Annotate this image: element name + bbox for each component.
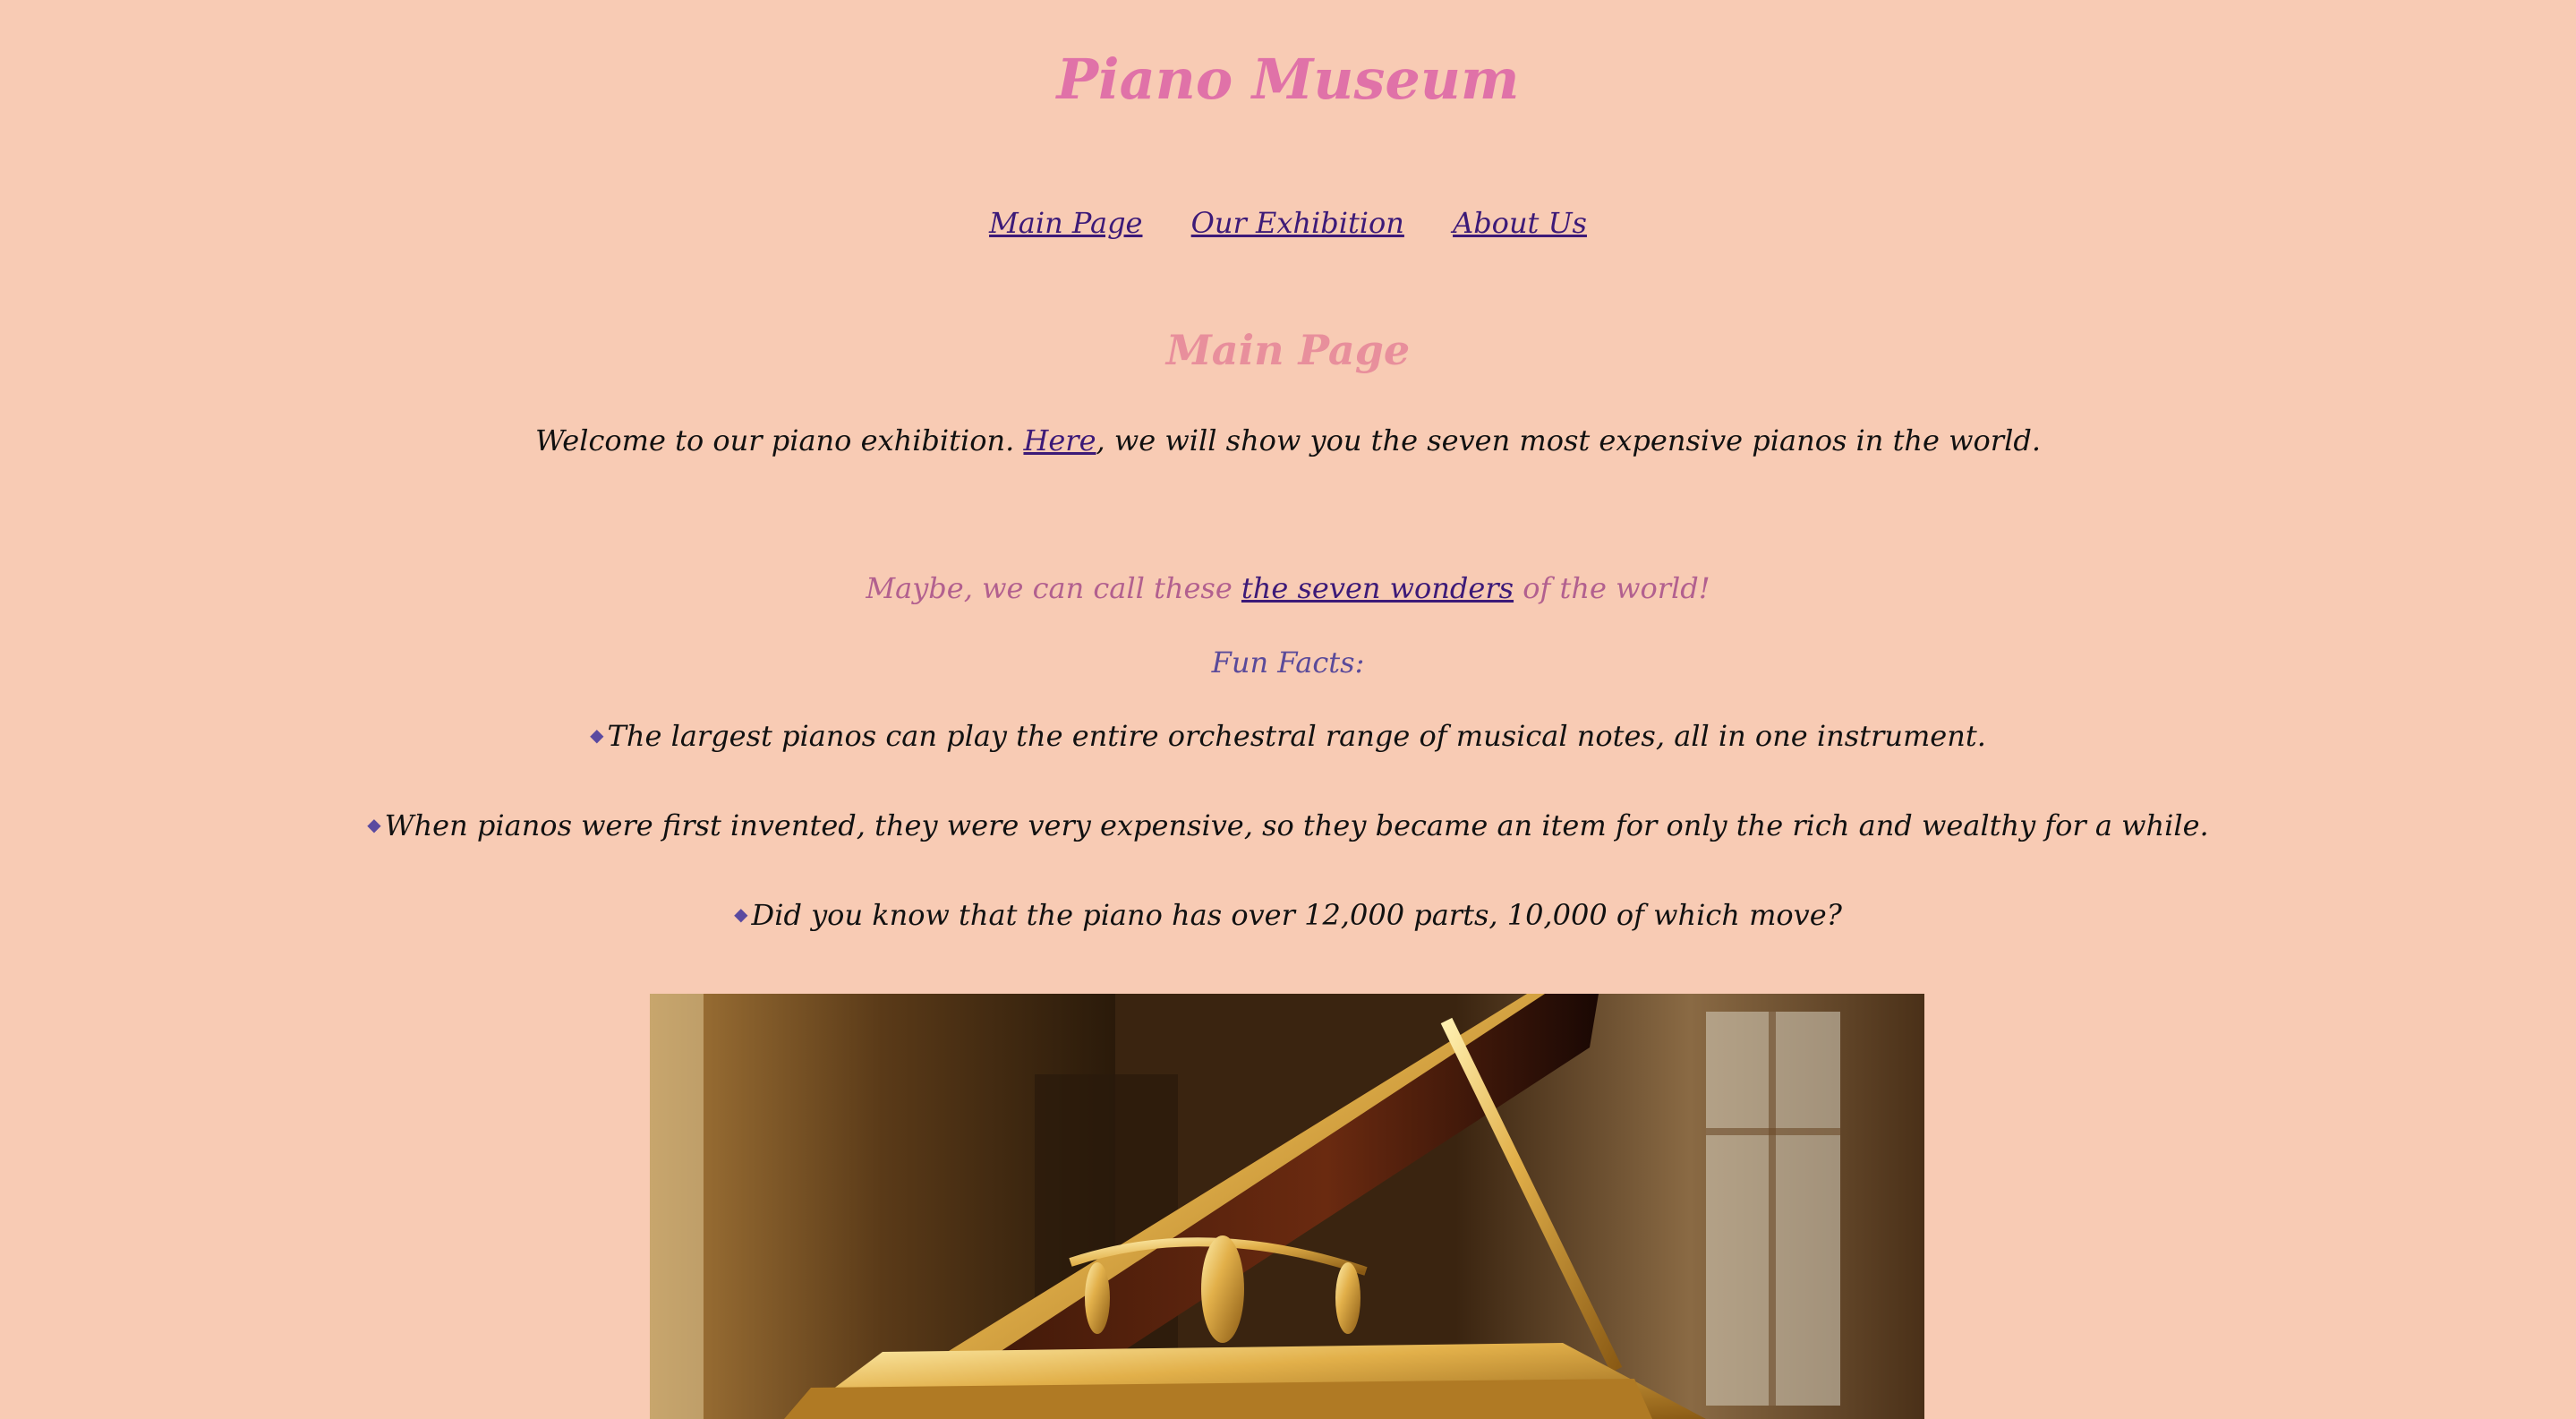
diamond-bullet-icon: ◆ bbox=[734, 903, 748, 925]
nav-link-main-page[interactable]: Main Page bbox=[989, 206, 1142, 240]
diamond-bullet-icon: ◆ bbox=[590, 724, 604, 746]
intro-text-after: , we will show you the seven most expens… bbox=[1096, 423, 2041, 457]
page-heading: Main Page bbox=[1165, 326, 1411, 374]
diamond-bullet-icon: ◆ bbox=[367, 814, 381, 835]
golden-piano-image bbox=[650, 994, 1924, 1419]
fact-item: ◆ Did you know that the piano has over 12… bbox=[0, 893, 2576, 936]
fact-text: When pianos were first invented, they we… bbox=[384, 808, 2209, 842]
tagline-text-before: Maybe, we can call these bbox=[866, 571, 1241, 605]
seven-wonders-link[interactable]: the seven wonders bbox=[1241, 571, 1514, 605]
fact-text: The largest pianos can play the entire o… bbox=[607, 719, 1986, 753]
fact-item: ◆ The largest pianos can play the entire … bbox=[0, 714, 2576, 757]
intro-paragraph: Welcome to our piano exhibition. Here, w… bbox=[0, 419, 2576, 462]
nav-link-about-us[interactable]: About Us bbox=[1453, 206, 1587, 240]
nav-link-our-exhibition[interactable]: Our Exhibition bbox=[1191, 206, 1404, 240]
fact-text: Did you know that the piano has over 12,… bbox=[751, 898, 1842, 932]
fun-facts-heading: Fun Facts: bbox=[1211, 645, 1365, 680]
fact-item: ◆ When pianos were first invented, they w… bbox=[0, 803, 2576, 847]
site-title: Piano Museum bbox=[1056, 47, 1520, 112]
intro-here-link[interactable]: Here bbox=[1023, 423, 1096, 457]
main-nav: Main Page Our Exhibition About Us bbox=[0, 201, 2576, 244]
tagline: Maybe, we can call these the seven wonde… bbox=[0, 567, 2576, 610]
tagline-text-after: of the world! bbox=[1514, 571, 1710, 605]
intro-text-before: Welcome to our piano exhibition. bbox=[535, 423, 1024, 457]
